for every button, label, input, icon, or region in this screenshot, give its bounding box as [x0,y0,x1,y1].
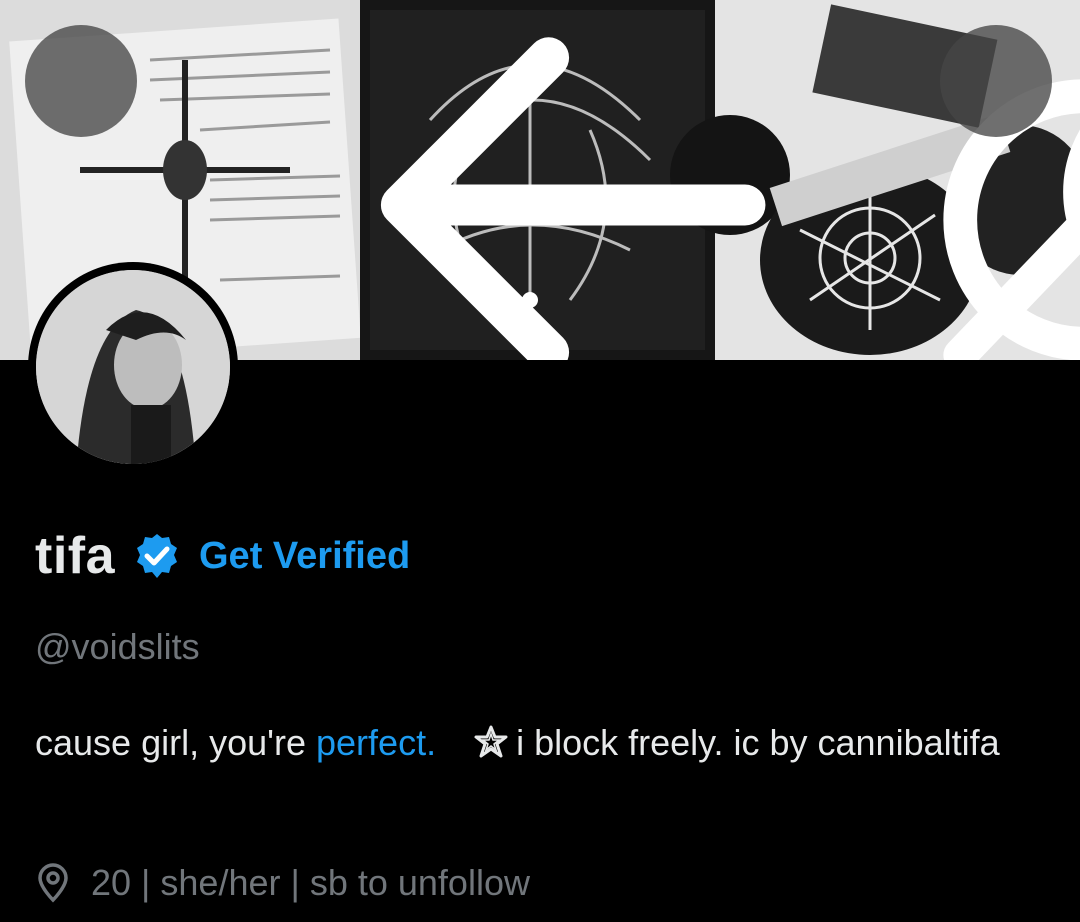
profile-bio: cause girl, you're perfect. i block freel… [35,714,1045,772]
grok-button[interactable] [544,40,1080,360]
get-verified-link[interactable]: Get Verified [199,535,410,578]
more-button[interactable] [940,25,1052,137]
bio-text: cause girl, you're [35,722,317,763]
display-name: tifa [35,527,115,585]
profile-location-row: 20 | she/her | sb to unfollow [35,862,530,904]
profile-location: 20 | she/her | sb to unfollow [91,862,530,903]
profile-name-row: tifa Get Verified [35,524,410,588]
back-button[interactable] [25,25,766,360]
bio-text-rest: i block freely. ic by cannibaltifa [516,722,1000,763]
profile-handle: @voidslits [35,626,200,667]
edit-button[interactable] [815,40,895,120]
more-vertical-icon [940,25,1080,360]
search-button[interactable] [675,40,1080,255]
bio-link[interactable]: perfect. [316,722,436,763]
location-pin-icon [38,863,68,903]
star-outline-icon [474,725,508,758]
avatar[interactable] [28,262,238,472]
avatar-image [36,270,230,464]
verified-badge-icon[interactable] [133,532,181,580]
